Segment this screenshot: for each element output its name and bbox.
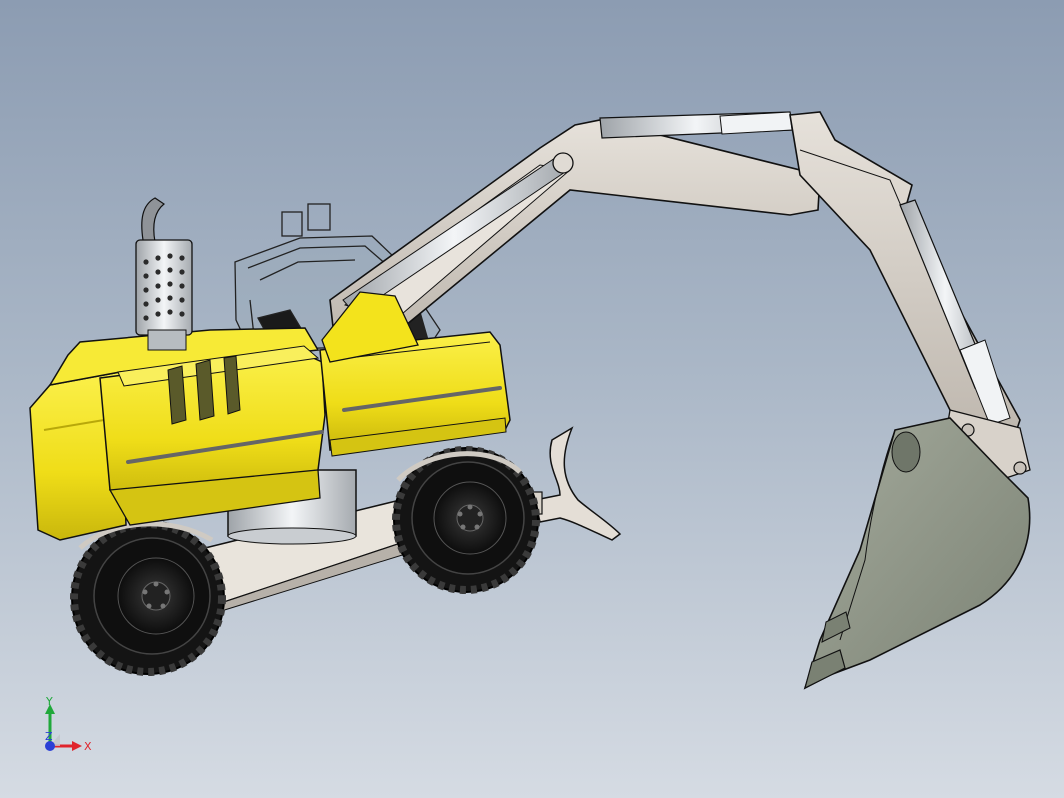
boom[interactable] <box>321 119 821 363</box>
arm-cylinder[interactable] <box>599 111 793 139</box>
z-axis-label: Z <box>45 730 53 743</box>
excavator-model[interactable] <box>0 0 1064 798</box>
rear-wheel[interactable] <box>70 520 226 676</box>
exhaust-stack[interactable] <box>135 197 193 351</box>
coordinate-triad: Y X Z <box>45 696 92 753</box>
stick-arm[interactable] <box>789 111 1021 452</box>
x-axis-label: X <box>84 740 92 753</box>
x-axis-arrowhead <box>72 741 82 751</box>
y-axis-label: Y <box>45 696 53 708</box>
3d-viewport[interactable]: Y X Z <box>0 0 1064 798</box>
